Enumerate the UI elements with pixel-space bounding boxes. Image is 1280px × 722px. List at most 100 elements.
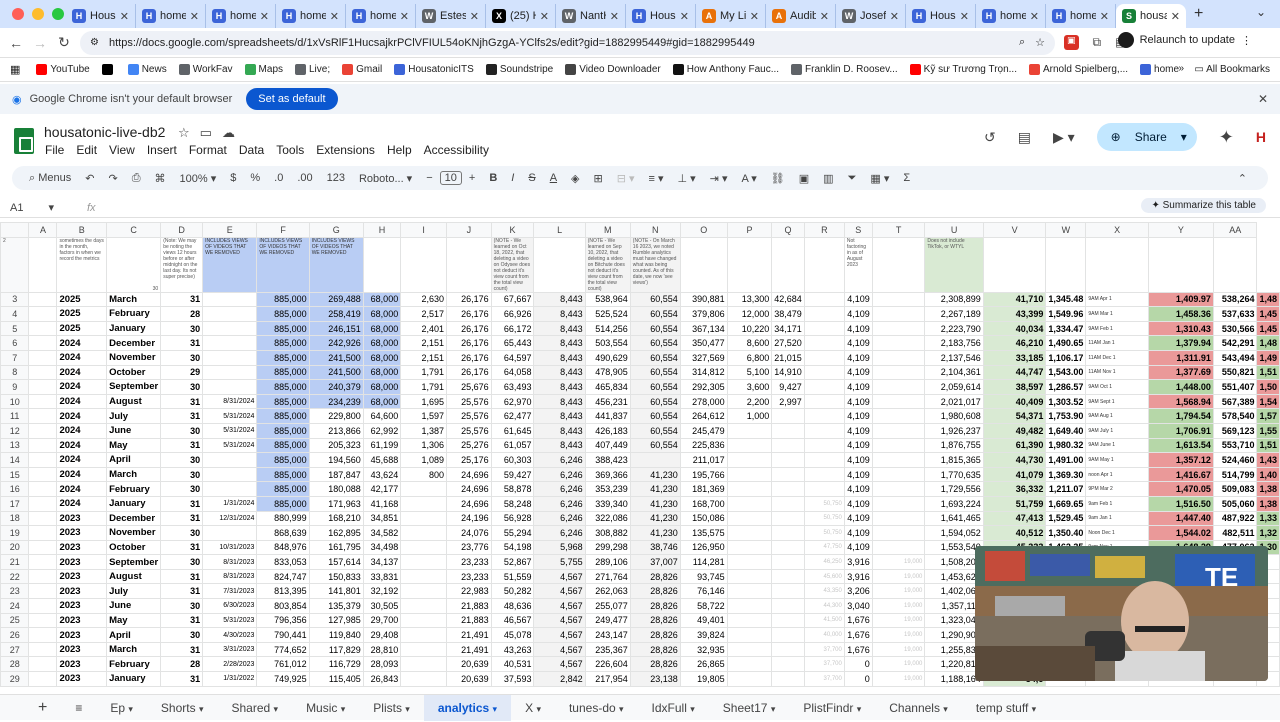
data-cell[interactable] bbox=[202, 320, 258, 337]
data-cell[interactable]: 1,000 bbox=[726, 408, 773, 424]
data-cell[interactable]: 11AM Jan 1 bbox=[1085, 335, 1149, 351]
data-cell[interactable]: 2,842 bbox=[533, 671, 586, 687]
year-cell[interactable]: 2023 bbox=[56, 525, 108, 541]
month-cell[interactable]: February bbox=[106, 481, 162, 497]
data-cell[interactable] bbox=[726, 627, 773, 643]
apps-grid-icon[interactable]: ▦ bbox=[10, 63, 20, 76]
data-cell[interactable]: 339,340 bbox=[584, 495, 631, 512]
zoom-select[interactable]: 100% ▾ bbox=[173, 172, 224, 185]
header-note-cell[interactable] bbox=[982, 236, 1047, 293]
data-cell[interactable]: 229,800 bbox=[308, 408, 364, 424]
data-cell[interactable]: 885,000 bbox=[256, 452, 310, 468]
data-cell[interactable]: 19,000 bbox=[871, 598, 926, 614]
data-cell[interactable]: 2,059,614 bbox=[924, 379, 984, 395]
data-cell[interactable]: 60,554 bbox=[629, 349, 681, 366]
row-header[interactable]: 20 bbox=[0, 539, 30, 556]
sheet-tab-shorts[interactable]: Shorts ▾ bbox=[147, 701, 218, 715]
data-cell[interactable] bbox=[400, 583, 448, 600]
data-cell[interactable]: 26,176 bbox=[446, 306, 492, 322]
data-cell[interactable]: 350,477 bbox=[679, 335, 728, 351]
data-cell[interactable]: 37,700 bbox=[803, 641, 845, 658]
data-cell[interactable]: 21,015 bbox=[771, 349, 805, 366]
bookmark-item[interactable]: Soundstripe bbox=[480, 64, 559, 75]
month-cell[interactable]: February bbox=[106, 306, 162, 322]
more-vert-icon[interactable]: ⋮ bbox=[1241, 34, 1252, 47]
data-cell[interactable] bbox=[803, 422, 845, 439]
data-cell[interactable]: 1,306 bbox=[400, 437, 448, 454]
data-cell[interactable]: 31 bbox=[160, 335, 204, 351]
year-cell[interactable]: 2024 bbox=[56, 379, 108, 395]
data-cell[interactable] bbox=[400, 554, 448, 570]
year-cell[interactable]: 2024 bbox=[56, 495, 108, 512]
data-cell[interactable] bbox=[400, 481, 448, 497]
data-cell[interactable]: 40,531 bbox=[490, 656, 535, 673]
year-cell[interactable]: 2024 bbox=[56, 481, 108, 497]
data-cell[interactable]: 262,063 bbox=[584, 583, 631, 600]
paint-format-icon[interactable]: ⌘ bbox=[148, 172, 173, 185]
data-cell[interactable]: 885,000 bbox=[256, 481, 310, 497]
data-cell[interactable] bbox=[400, 539, 448, 556]
data-cell[interactable] bbox=[871, 466, 926, 483]
data-cell[interactable]: 34,498 bbox=[362, 539, 402, 556]
data-cell[interactable]: 243,147 bbox=[584, 627, 631, 643]
data-cell[interactable] bbox=[871, 408, 926, 424]
data-cell[interactable]: 1,089 bbox=[400, 452, 448, 468]
month-cell[interactable]: December bbox=[106, 510, 162, 527]
data-cell[interactable]: 4,567 bbox=[533, 627, 586, 643]
data-cell[interactable] bbox=[726, 466, 773, 483]
data-cell[interactable]: 2,200 bbox=[726, 393, 773, 410]
data-cell[interactable]: 14,910 bbox=[771, 364, 805, 381]
month-cell[interactable]: March bbox=[106, 466, 162, 483]
browser-tab[interactable]: H Housa ✕ bbox=[906, 4, 976, 28]
data-cell[interactable]: 1,448.00 bbox=[1147, 379, 1214, 395]
reload-icon[interactable]: ↻ bbox=[52, 34, 76, 51]
tab-close-icon[interactable]: ✕ bbox=[610, 10, 619, 23]
extensions-puzzle-icon[interactable]: ⧉ bbox=[1093, 35, 1102, 50]
data-cell[interactable]: 6,246 bbox=[533, 466, 586, 483]
data-cell[interactable]: 1,669.65 bbox=[1045, 495, 1087, 512]
data-cell[interactable]: 56,928 bbox=[490, 510, 535, 527]
row-header[interactable]: 28 bbox=[0, 656, 30, 673]
header-note-cell[interactable]: (NOTE - We learned on Sep 10, 2022, that… bbox=[584, 236, 631, 293]
data-cell[interactable]: 19,000 bbox=[871, 641, 926, 658]
data-cell[interactable] bbox=[28, 422, 58, 439]
data-cell[interactable]: 59,427 bbox=[490, 466, 535, 483]
data-cell[interactable] bbox=[871, 481, 926, 497]
menu-item-help[interactable]: Help bbox=[387, 143, 412, 157]
data-cell[interactable]: 24,696 bbox=[446, 495, 492, 512]
data-cell[interactable]: 31 bbox=[160, 568, 204, 585]
sheet-tab-dropdown-icon[interactable]: ▾ bbox=[493, 704, 498, 714]
header-note-cell[interactable] bbox=[400, 236, 448, 293]
data-cell[interactable]: 271,764 bbox=[584, 568, 631, 585]
data-cell[interactable]: 126,950 bbox=[679, 539, 728, 556]
data-cell[interactable]: 790,441 bbox=[256, 627, 310, 643]
row-header[interactable]: 7 bbox=[0, 349, 30, 366]
column-header[interactable]: H bbox=[362, 222, 402, 238]
menu-item-file[interactable]: File bbox=[45, 143, 64, 157]
data-cell[interactable]: 50,282 bbox=[490, 583, 535, 600]
data-cell[interactable]: 8,443 bbox=[533, 320, 586, 337]
data-cell[interactable]: 58,248 bbox=[490, 495, 535, 512]
data-cell[interactable]: 407,449 bbox=[584, 437, 631, 454]
data-cell[interactable]: 25,576 bbox=[446, 393, 492, 410]
data-cell[interactable]: 46,210 bbox=[982, 335, 1047, 351]
data-cell[interactable] bbox=[202, 291, 258, 308]
data-cell[interactable] bbox=[726, 612, 773, 629]
data-cell[interactable]: 60,554 bbox=[629, 393, 681, 410]
all-sheets-icon[interactable]: ≡ bbox=[61, 701, 96, 715]
data-cell[interactable] bbox=[803, 306, 845, 322]
data-cell[interactable]: 242,926 bbox=[308, 335, 364, 351]
data-cell[interactable]: 4,567 bbox=[533, 612, 586, 629]
data-cell[interactable]: 24,696 bbox=[446, 481, 492, 497]
sheet-tab-channels[interactable]: Channels ▾ bbox=[875, 701, 962, 715]
data-cell[interactable]: 1,693,224 bbox=[924, 495, 984, 512]
sheet-tab-sheet17[interactable]: Sheet17 ▾ bbox=[709, 701, 790, 715]
data-cell[interactable]: 41,230 bbox=[629, 510, 681, 527]
data-cell[interactable]: 49,482 bbox=[982, 422, 1047, 439]
month-cell[interactable]: December bbox=[106, 335, 162, 351]
data-cell[interactable]: 54,198 bbox=[490, 539, 535, 556]
header-note-cell[interactable]: (Note: We may be noting the views 12 hou… bbox=[160, 236, 204, 293]
data-cell[interactable]: 9AM Sept 1 bbox=[1085, 393, 1149, 410]
data-cell[interactable]: 1,597 bbox=[400, 408, 448, 424]
data-cell[interactable]: 58,878 bbox=[490, 481, 535, 497]
